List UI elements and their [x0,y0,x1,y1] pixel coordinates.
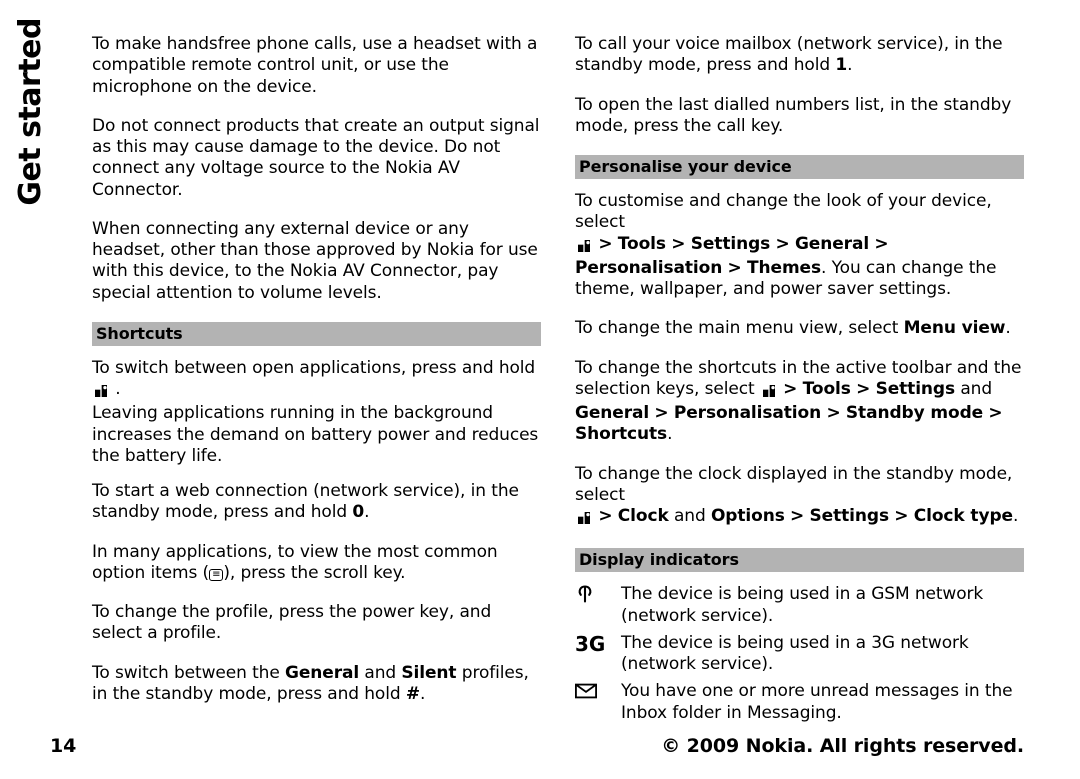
section-heading-shortcuts: Shortcuts [92,322,541,346]
antenna-icon [575,584,621,633]
section-side-title: Get started [12,18,50,206]
paragraph: Do not connect products that create an o… [92,116,541,201]
section-heading-display-indicators: Display indicators [575,548,1024,572]
paragraph: In many applications, to view the most c… [92,542,541,585]
path-separator-icon: > [728,258,742,278]
profile-name: General [285,663,359,683]
menu-path-item: Menu view [904,318,1006,338]
indicator-description: You have one or more unread messages in … [621,681,1024,730]
text: . [1013,506,1018,526]
paragraph: To switch between open applications, pre… [92,358,541,467]
menu-path-item: Personalisation [674,403,821,423]
options-menu-icon: ≡ [209,569,223,581]
text: . [667,424,672,444]
paragraph: When connecting any external device or a… [92,219,541,304]
indicator-row: 3G The device is being used in a 3G netw… [575,633,1024,682]
menu-path-item: Clock [618,506,669,526]
menu-path-item: General [575,403,649,423]
path-separator-icon: > [988,403,1002,423]
indicator-table: The device is being used in a GSM networ… [575,584,1024,730]
indicator-row: The device is being used in a GSM networ… [575,584,1024,633]
profile-name: Silent [401,663,456,683]
path-separator-icon: > [654,403,668,423]
menu-path-item: Standby mode [846,403,983,423]
text: To switch between the [92,663,285,683]
home-key-icon [575,509,593,530]
three-g-icon: 3G [575,633,621,682]
path-separator-icon: > [775,234,789,254]
menu-path-item: Options [711,506,785,526]
key-label: # [406,684,420,704]
home-key-icon [575,237,593,258]
column-left: To make handsfree phone calls, use a hea… [92,34,541,730]
page-footer: 14 © 2009 Nokia. All rights reserved. [50,735,1024,759]
copyright-notice: © 2009 Nokia. All rights reserved. [661,735,1024,759]
path-separator-icon: > [671,234,685,254]
paragraph: To make handsfree phone calls, use a hea… [92,34,541,98]
text: To change the main menu view, select [575,318,904,338]
path-separator-icon: > [874,234,888,254]
menu-path-item: General [795,234,869,254]
menu-path-item: Shortcuts [575,424,667,444]
page: Get started To make handsfree phone call… [0,0,1080,779]
path-separator-icon: > [783,379,797,399]
menu-path-item: Personalisation [575,258,722,278]
two-column-layout: To make handsfree phone calls, use a hea… [92,34,1024,730]
text: and [955,379,992,399]
text: . [110,379,121,399]
path-separator-icon: > [856,379,870,399]
home-key-icon [92,382,110,403]
path-separator-icon: > [598,506,612,526]
paragraph: To open the last dialled numbers list, i… [575,95,1024,138]
paragraph: To customise and change the look of your… [575,191,1024,300]
text: . [420,684,425,704]
menu-path-item: Settings [810,506,889,526]
menu-path-item: Tools [618,234,666,254]
path-separator-icon: > [894,506,908,526]
envelope-icon [575,681,621,730]
text: To change the clock displayed in the sta… [575,464,1012,505]
indicator-row: You have one or more unread messages in … [575,681,1024,730]
key-label: 0 [352,502,364,522]
text: and [669,506,711,526]
key-label: 1 [835,55,847,75]
page-number: 14 [50,735,76,759]
path-separator-icon: > [826,403,840,423]
text: To switch between open applications, pre… [92,358,535,378]
menu-path-item: Tools [803,379,851,399]
text: To call your voice mailbox (network serv… [575,34,1003,75]
text: ), press the scroll key. [223,563,405,583]
paragraph: To start a web connection (network servi… [92,481,541,524]
indicator-description: The device is being used in a GSM networ… [621,584,1024,633]
menu-path-item: Settings [691,234,770,254]
text: and [359,663,401,683]
paragraph: To change the clock displayed in the sta… [575,464,1024,531]
section-heading-personalise: Personalise your device [575,155,1024,179]
paragraph: To change the shortcuts in the active to… [575,358,1024,446]
path-separator-icon: > [790,506,804,526]
indicator-description: The device is being used in a 3G network… [621,633,1024,682]
text: . [847,55,852,75]
paragraph: To change the main menu view, select Men… [575,318,1024,339]
text: To customise and change the look of your… [575,191,992,232]
paragraph: To call your voice mailbox (network serv… [575,34,1024,77]
menu-path-item: Clock type [914,506,1013,526]
menu-path-item: Settings [876,379,955,399]
text: Leaving applications running in the back… [92,403,538,466]
paragraph: To switch between the General and Silent… [92,663,541,706]
text: To start a web connection (network servi… [92,481,519,522]
paragraph: To change the profile, press the power k… [92,602,541,645]
menu-path-item: Themes [747,258,821,278]
text: . [1005,318,1010,338]
column-right: To call your voice mailbox (network serv… [575,34,1024,730]
home-key-icon [760,382,778,403]
path-separator-icon: > [598,234,612,254]
text: . [364,502,369,522]
